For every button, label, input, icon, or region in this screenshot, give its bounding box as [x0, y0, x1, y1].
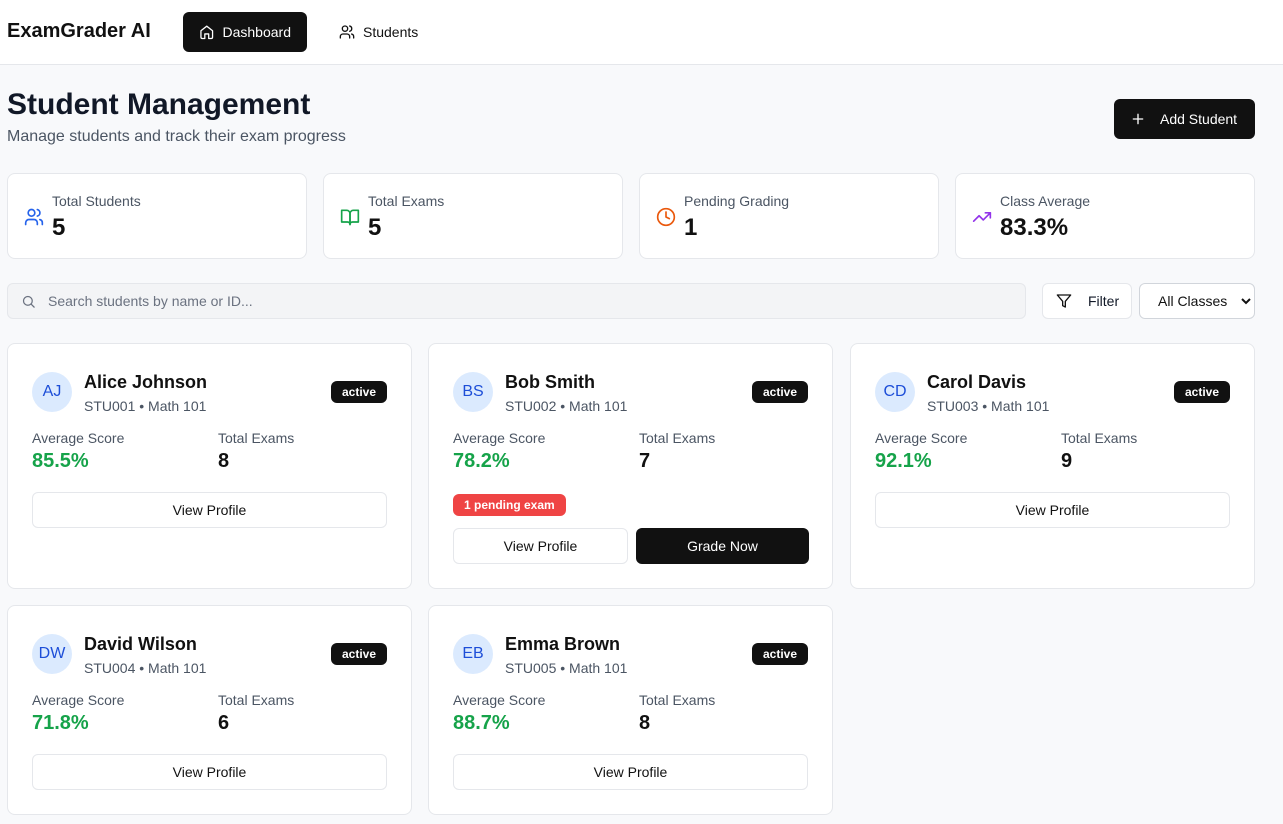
student-name: Carol Davis: [927, 372, 1027, 392]
stat-value: 83.3%: [1000, 214, 1069, 241]
view-profile-button[interactable]: View Profile: [32, 492, 387, 528]
avatar: AJ: [32, 372, 72, 412]
total-exams-value: 8: [218, 450, 230, 472]
users-icon: [24, 208, 44, 226]
view-profile-button[interactable]: View Profile: [453, 754, 808, 790]
add-student-button[interactable]: Add Student: [1114, 99, 1255, 139]
search-input[interactable]: [48, 284, 1008, 318]
student-name: David Wilson: [84, 634, 197, 654]
student-name: Alice Johnson: [84, 372, 208, 392]
home-icon: [200, 25, 214, 40]
avatar: DW: [32, 634, 72, 674]
avatar: EB: [453, 634, 493, 674]
nav-dashboard-label: Dashboard: [222, 24, 292, 40]
total-exams-value: 7: [639, 450, 651, 472]
student-meta: STU004 • Math 101: [84, 660, 207, 676]
trending-up-icon: [972, 212, 992, 222]
page-title: Student Management: [7, 88, 311, 121]
stat-label: Class Average: [1000, 193, 1091, 209]
class-select[interactable]: All Classes: [1139, 283, 1255, 319]
top-navbar: ExamGrader AI Dashboard Students: [0, 0, 1283, 65]
average-score-value: 92.1%: [875, 450, 932, 472]
users-icon: [339, 25, 355, 39]
stat-card-total-exams: Total Exams 5: [323, 173, 623, 259]
average-score-label: Average Score: [453, 430, 546, 446]
average-score-value: 78.2%: [453, 450, 510, 472]
view-profile-button[interactable]: View Profile: [875, 492, 1230, 528]
pending-exam-badge: 1 pending exam: [453, 494, 566, 516]
stat-label: Total Students: [52, 193, 141, 209]
total-exams-label: Total Exams: [1061, 430, 1138, 446]
student-name: Emma Brown: [505, 634, 621, 654]
total-exams-label: Total Exams: [639, 430, 716, 446]
stat-label: Pending Grading: [684, 193, 790, 209]
nav-dashboard-button[interactable]: Dashboard: [183, 12, 307, 52]
nav-students-button[interactable]: Students: [323, 12, 435, 52]
stat-card-total-students: Total Students 5: [7, 173, 307, 259]
view-profile-button[interactable]: View Profile: [32, 754, 387, 790]
status-badge: active: [751, 381, 808, 403]
plus-icon: [1132, 113, 1144, 125]
total-exams-label: Total Exams: [218, 430, 295, 446]
student-card: DW David Wilson STU004 • Math 101 active…: [7, 605, 412, 815]
filter-icon: [1056, 294, 1072, 308]
student-card: BS Bob Smith STU002 • Math 101 active Av…: [428, 343, 833, 589]
filter-label: Filter: [1088, 293, 1120, 309]
stat-label: Total Exams: [368, 193, 445, 209]
average-score-value: 85.5%: [32, 450, 89, 472]
student-card: CD Carol Davis STU003 • Math 101 active …: [850, 343, 1255, 589]
app-title: ExamGrader AI: [7, 20, 151, 42]
average-score-label: Average Score: [453, 692, 546, 708]
total-exams-label: Total Exams: [218, 692, 295, 708]
search-icon: [22, 295, 35, 308]
stat-value: 5: [52, 214, 66, 241]
stat-value: 5: [368, 214, 382, 241]
average-score-value: 88.7%: [453, 712, 510, 734]
student-meta: STU005 • Math 101: [505, 660, 628, 676]
stat-card-pending-grading: Pending Grading 1: [639, 173, 939, 259]
student-meta: STU002 • Math 101: [505, 398, 628, 414]
clock-icon: [656, 207, 676, 227]
total-exams-label: Total Exams: [639, 692, 716, 708]
add-student-label: Add Student: [1160, 111, 1238, 127]
filter-button[interactable]: Filter: [1042, 283, 1132, 319]
student-meta: STU003 • Math 101: [927, 398, 1050, 414]
student-card: AJ Alice Johnson STU001 • Math 101 activ…: [7, 343, 412, 589]
grade-now-button[interactable]: Grade Now: [636, 528, 809, 564]
status-badge: active: [1173, 381, 1230, 403]
total-exams-value: 8: [639, 712, 651, 734]
avatar: BS: [453, 372, 493, 412]
book-open-icon: [340, 209, 360, 226]
average-score-label: Average Score: [875, 430, 968, 446]
page-subtitle: Manage students and track their exam pro…: [7, 128, 346, 145]
status-badge: active: [330, 381, 387, 403]
status-badge: active: [330, 643, 387, 665]
stat-card-class-average: Class Average 83.3%: [955, 173, 1255, 259]
nav-students-label: Students: [363, 24, 419, 40]
average-score-label: Average Score: [32, 430, 125, 446]
status-badge: active: [751, 643, 808, 665]
total-exams-value: 6: [218, 712, 230, 734]
student-card: EB Emma Brown STU005 • Math 101 active A…: [428, 605, 833, 815]
student-name: Bob Smith: [505, 372, 595, 392]
total-exams-value: 9: [1061, 450, 1073, 472]
stat-value: 1: [684, 214, 698, 241]
search-box: [7, 283, 1026, 319]
student-meta: STU001 • Math 101: [84, 398, 207, 414]
average-score-label: Average Score: [32, 692, 125, 708]
view-profile-button[interactable]: View Profile: [453, 528, 628, 564]
average-score-value: 71.8%: [32, 712, 89, 734]
avatar: CD: [875, 372, 915, 412]
